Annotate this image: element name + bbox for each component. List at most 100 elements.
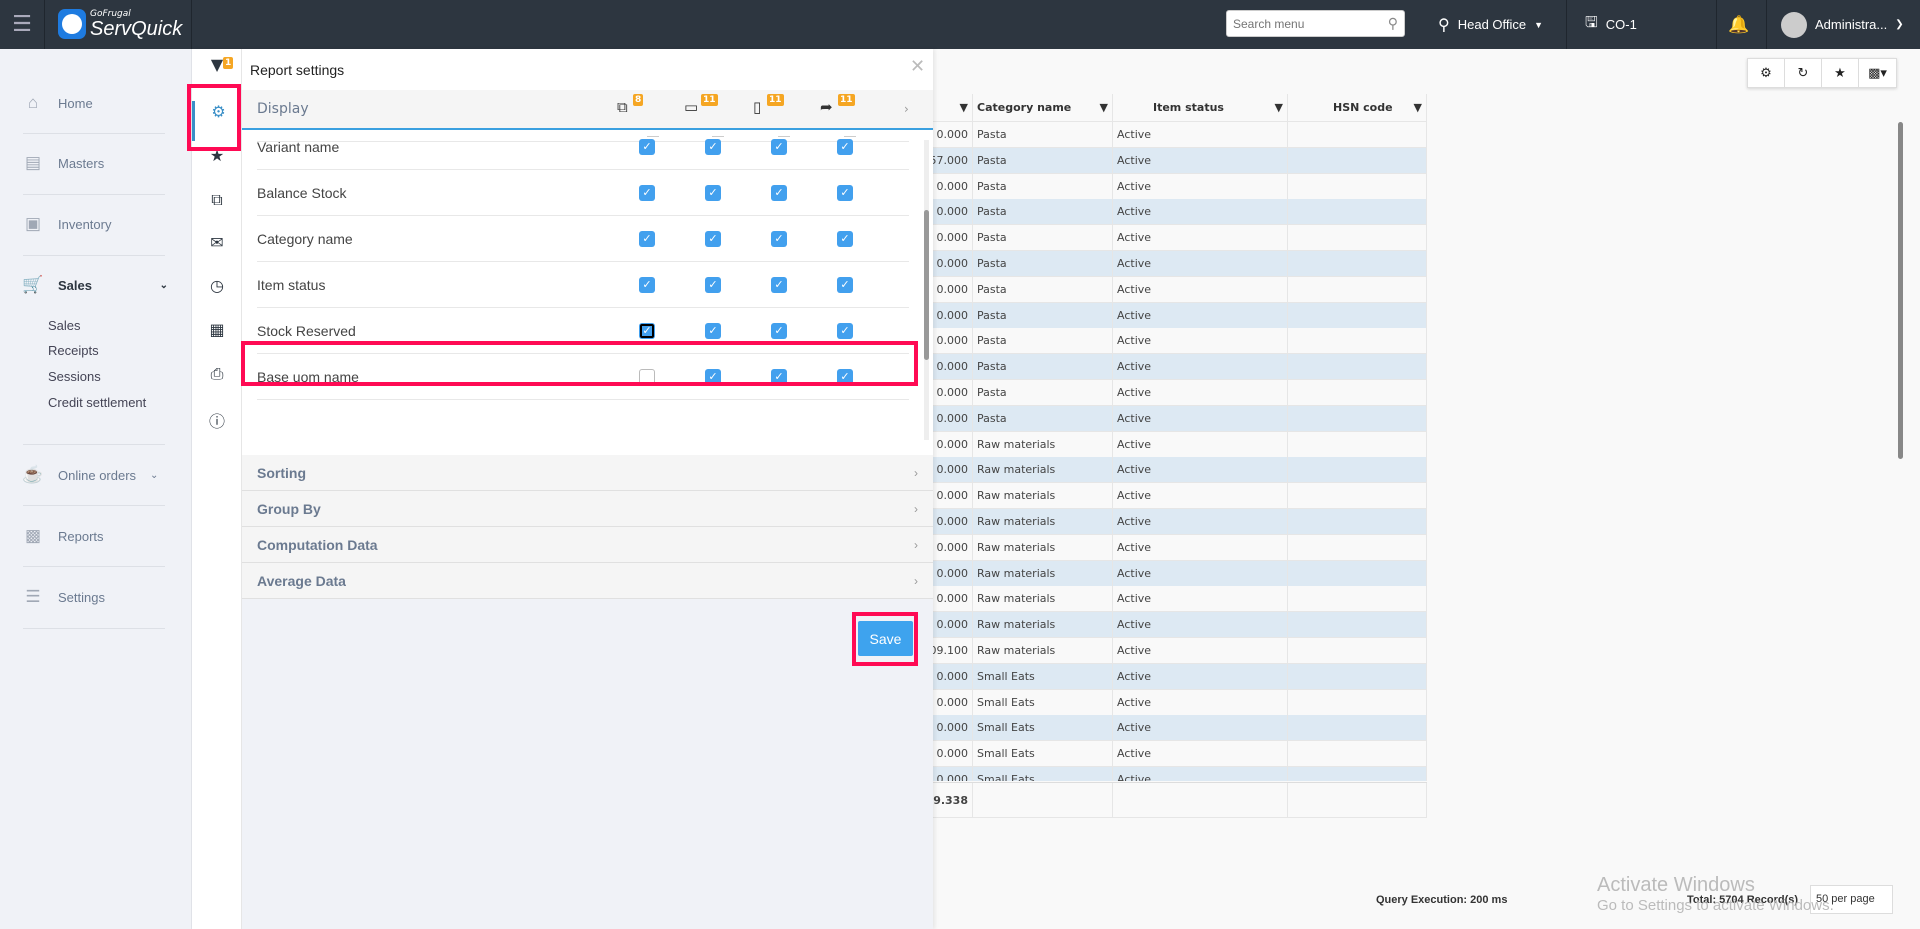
sidebar-item-online-orders[interactable]: ☕ Online orders ⌄ (22, 465, 168, 485)
column-visibility-checkbox[interactable]: ✓ (639, 184, 655, 201)
table-row[interactable]: 0.000 Raw materials Active (933, 586, 1427, 613)
col-category-name[interactable]: Category name ▼ (973, 94, 1113, 121)
sidebar-sub-sessions[interactable]: Sessions (48, 369, 101, 384)
col-item-status[interactable]: Item status ▼ (1113, 94, 1288, 121)
table-row[interactable]: 0.000 Small Eats Active (933, 767, 1427, 781)
column-visibility-checkbox[interactable]: ✓ (705, 138, 721, 155)
section-computation-data[interactable]: Computation Data › (242, 527, 933, 563)
table-row[interactable]: 0.000 Raw materials Active (933, 560, 1427, 587)
section-sorting[interactable]: Sorting › (242, 455, 933, 491)
counter-selector[interactable]: 🖫 CO-1 (1585, 0, 1637, 49)
table-cell: 0.000 (933, 715, 973, 741)
panel-scrollbar[interactable] (924, 140, 929, 440)
section-group-by[interactable]: Group By › (242, 491, 933, 527)
table-row[interactable]: 09.100 Raw materials Active (933, 638, 1427, 664)
mail-icon[interactable]: ✉ (192, 233, 242, 252)
sidebar-sub-receipts[interactable]: Receipts (48, 343, 99, 358)
table-row[interactable]: 0.000 Pasta Active (933, 380, 1427, 406)
column-visibility-checkbox[interactable]: ✓ (639, 322, 655, 339)
column-visibility-checkbox[interactable]: ✓ (837, 322, 853, 339)
search-menu-box[interactable]: ⚲ (1226, 10, 1405, 37)
table-row[interactable]: 0.000 Raw materials Active (933, 483, 1427, 510)
sidebar-item-sales[interactable]: 🛒 Sales ⌄ (22, 275, 168, 295)
column-visibility-checkbox[interactable]: ✓ (837, 138, 853, 155)
column-visibility-checkbox[interactable]: ✓ (771, 276, 787, 293)
chevron-down-icon: ⌄ (150, 469, 159, 481)
column-label: Base uom name (257, 368, 359, 385)
column-visibility-checkbox[interactable]: ✓ (771, 138, 787, 155)
print-icon[interactable]: ⎙ (192, 364, 242, 384)
column-visibility-checkbox[interactable]: ✓ (705, 184, 721, 201)
column-visibility-checkbox[interactable]: ✓ (837, 184, 853, 201)
column-visibility-checkbox[interactable]: ✓ (705, 322, 721, 339)
table-row[interactable]: 0.000 Pasta Active (933, 328, 1427, 355)
table-row[interactable]: 0.000 Pasta Active (933, 251, 1427, 277)
pivot-icon[interactable]: ▦ (192, 320, 242, 339)
clock-icon[interactable]: ◷ (192, 276, 242, 295)
table-row[interactable]: 0.000 Pasta Active (933, 199, 1427, 226)
logo[interactable]: GoFrugal ServQuick (58, 6, 182, 42)
table-row[interactable]: 0.000 Raw materials Active (933, 612, 1427, 639)
table-row[interactable]: 0.000 Raw materials Active (933, 431, 1427, 458)
sidebar-sub-sales[interactable]: Sales (48, 318, 81, 333)
table-row[interactable]: 57.000 Pasta Active (933, 147, 1427, 174)
bell-icon[interactable]: 🔔 (1728, 0, 1749, 49)
table-row[interactable]: 0.000 Raw materials Active (933, 509, 1427, 535)
chart-dropdown-icon[interactable]: ▩▾ (1859, 59, 1896, 87)
export-screen-icon[interactable]: ⧉ (192, 190, 242, 210)
gear-icon[interactable]: ⚙ (192, 101, 242, 141)
search-icon[interactable]: ⚲ (1388, 16, 1398, 32)
hamburger-menu-icon[interactable]: ☰ (0, 0, 45, 49)
filter-icon[interactable]: ▼ 1 (192, 55, 242, 74)
table-row[interactable]: 0.000 Small Eats Active (933, 741, 1427, 768)
masters-icon: ▤ (24, 153, 42, 172)
column-visibility-checkbox[interactable]: ✓ (639, 276, 655, 293)
column-visibility-checkbox[interactable] (639, 368, 655, 385)
table-row[interactable]: 0.000 Pasta Active (933, 354, 1427, 381)
sidebar-item-inventory[interactable]: ▣ Inventory (22, 214, 168, 234)
column-visibility-checkbox[interactable]: ✓ (705, 230, 721, 247)
user-menu[interactable]: Administra... ❯ (1781, 0, 1904, 49)
sort-caret-icon[interactable]: ▼ (933, 94, 973, 121)
star-icon[interactable]: ★ (192, 146, 242, 165)
search-menu-input[interactable] (1233, 16, 1373, 31)
table-row[interactable]: 0.000 Raw materials Active (933, 457, 1427, 484)
col-hsn-code[interactable]: HSN code ▼ (1288, 94, 1427, 121)
sidebar-item-home[interactable]: ⌂ Home (22, 93, 168, 113)
sidebar-item-settings[interactable]: ☰ Settings (22, 587, 168, 607)
help-icon[interactable]: ⓘ (192, 408, 242, 432)
refresh-icon[interactable]: ↻ (1785, 59, 1822, 87)
table-row[interactable]: 0.000 Pasta Active (933, 405, 1427, 432)
close-icon[interactable]: ✕ (910, 56, 925, 77)
location-dropdown[interactable]: ⚲ Head Office ▼ (1438, 0, 1543, 49)
column-visibility-checkbox[interactable]: ✓ (837, 368, 853, 385)
column-visibility-checkbox[interactable]: ✓ (705, 276, 721, 293)
sidebar-item-masters[interactable]: ▤ Masters (22, 153, 168, 173)
sidebar-sub-credit-settlement[interactable]: Credit settlement (48, 395, 146, 410)
settings-cogs-icon[interactable]: ⚙ (1748, 59, 1785, 87)
column-visibility-checkbox[interactable]: ✓ (771, 230, 787, 247)
table-scrollbar[interactable] (1898, 122, 1903, 782)
table-row[interactable]: 0.000 Raw materials Active (933, 534, 1427, 561)
table-row[interactable]: 0.000 Small Eats Active (933, 663, 1427, 690)
star-icon[interactable]: ★ (1822, 59, 1859, 87)
column-visibility-checkbox[interactable]: ✓ (837, 230, 853, 247)
table-row[interactable]: 0.000 Pasta Active (933, 122, 1427, 148)
column-visibility-checkbox[interactable]: ✓ (771, 322, 787, 339)
table-row[interactable]: 0.000 Pasta Active (933, 302, 1427, 329)
column-visibility-checkbox[interactable]: ✓ (771, 184, 787, 201)
save-button[interactable]: Save (858, 621, 913, 656)
sidebar-item-reports[interactable]: ▩ Reports (22, 526, 168, 546)
column-visibility-checkbox[interactable]: ✓ (837, 276, 853, 293)
table-row[interactable]: 0.000 Small Eats Active (933, 689, 1427, 716)
section-average-data[interactable]: Average Data › (242, 563, 933, 599)
table-row[interactable]: 0.000 Pasta Active (933, 276, 1427, 303)
column-visibility-checkbox[interactable]: ✓ (771, 368, 787, 385)
column-visibility-checkbox[interactable]: ✓ (639, 138, 655, 155)
table-row[interactable]: 0.000 Pasta Active (933, 225, 1427, 252)
column-visibility-checkbox[interactable]: ✓ (705, 368, 721, 385)
column-visibility-checkbox[interactable]: ✓ (639, 230, 655, 247)
table-row[interactable]: 0.000 Pasta Active (933, 173, 1427, 200)
table-cell (1288, 405, 1427, 431)
table-row[interactable]: 0.000 Small Eats Active (933, 715, 1427, 742)
